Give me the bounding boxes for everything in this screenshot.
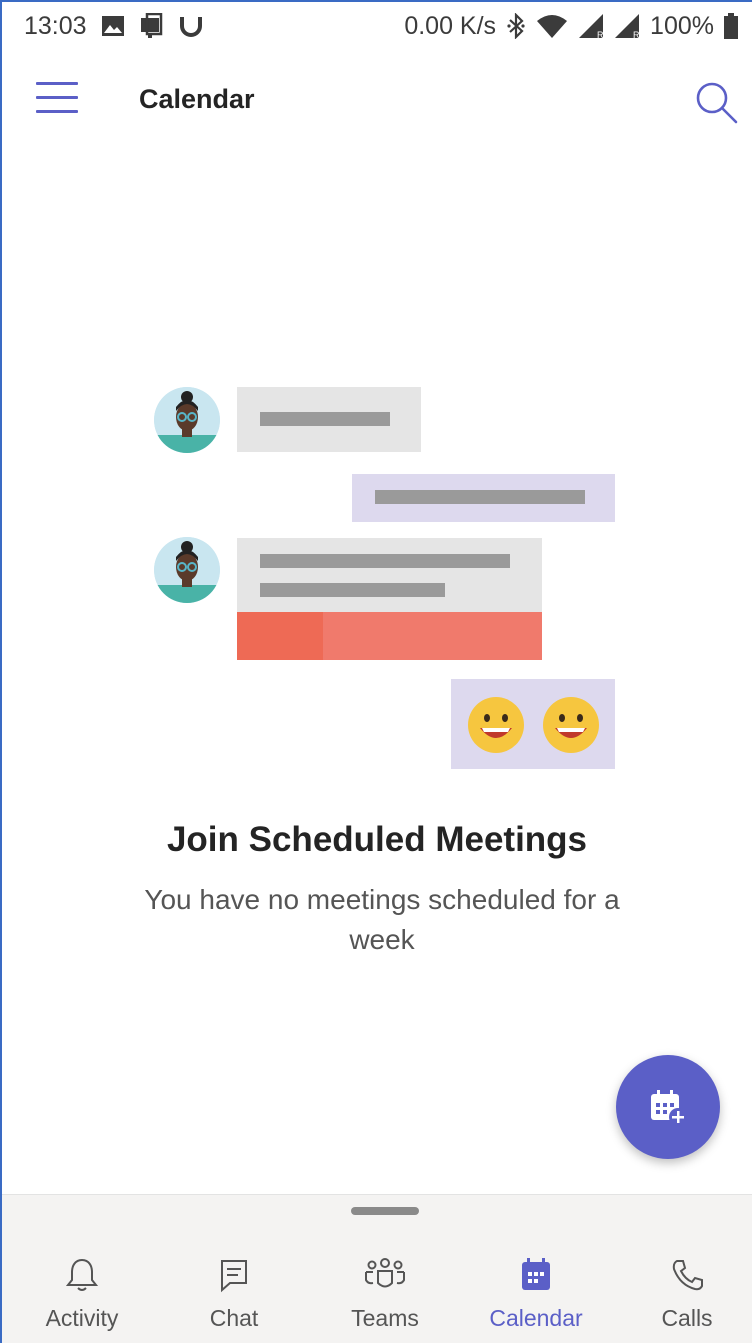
smile-emoji-icon <box>543 697 599 753</box>
smile-emoji-icon <box>468 697 524 753</box>
empty-state-illustration <box>2 2 752 802</box>
nav-label: Activity <box>45 1305 119 1331</box>
calendar-icon <box>522 1258 550 1290</box>
nav-label: Calendar <box>489 1305 583 1331</box>
nav-item-calls[interactable]: Calls <box>612 1255 752 1343</box>
drag-handle[interactable] <box>351 1207 419 1215</box>
attachment-card-accent <box>237 612 323 660</box>
phone-icon <box>672 1260 703 1291</box>
text-placeholder <box>260 554 510 568</box>
text-placeholder <box>260 583 445 597</box>
bell-icon <box>65 1258 99 1291</box>
chat-bubble <box>237 538 542 612</box>
nav-item-teams[interactable]: Teams <box>310 1255 460 1343</box>
avatar <box>154 537 220 603</box>
text-placeholder <box>375 490 585 504</box>
app-screen: 13:03 0.00 K/s R R 100% Calendar Join Sc… <box>0 0 752 1343</box>
nav-item-activity[interactable]: Activity <box>7 1255 157 1343</box>
avatar <box>154 387 220 453</box>
calendar-add-icon <box>651 1090 687 1126</box>
new-meeting-button[interactable] <box>616 1055 720 1159</box>
text-placeholder <box>260 412 390 426</box>
nav-item-chat[interactable]: Chat <box>159 1255 309 1343</box>
bottom-nav: Activity Chat Teams Calendar Calls <box>2 1194 752 1343</box>
nav-item-calendar[interactable]: Calendar <box>461 1255 611 1343</box>
nav-label: Teams <box>351 1305 419 1331</box>
empty-state-title: Join Scheduled Meetings <box>166 820 588 859</box>
nav-label: Chat <box>209 1305 259 1331</box>
teams-icon <box>365 1258 405 1288</box>
nav-label: Calls <box>661 1305 713 1331</box>
empty-state-subtitle: You have no meetings scheduled for a wee… <box>144 884 620 955</box>
chat-icon <box>221 1260 247 1293</box>
